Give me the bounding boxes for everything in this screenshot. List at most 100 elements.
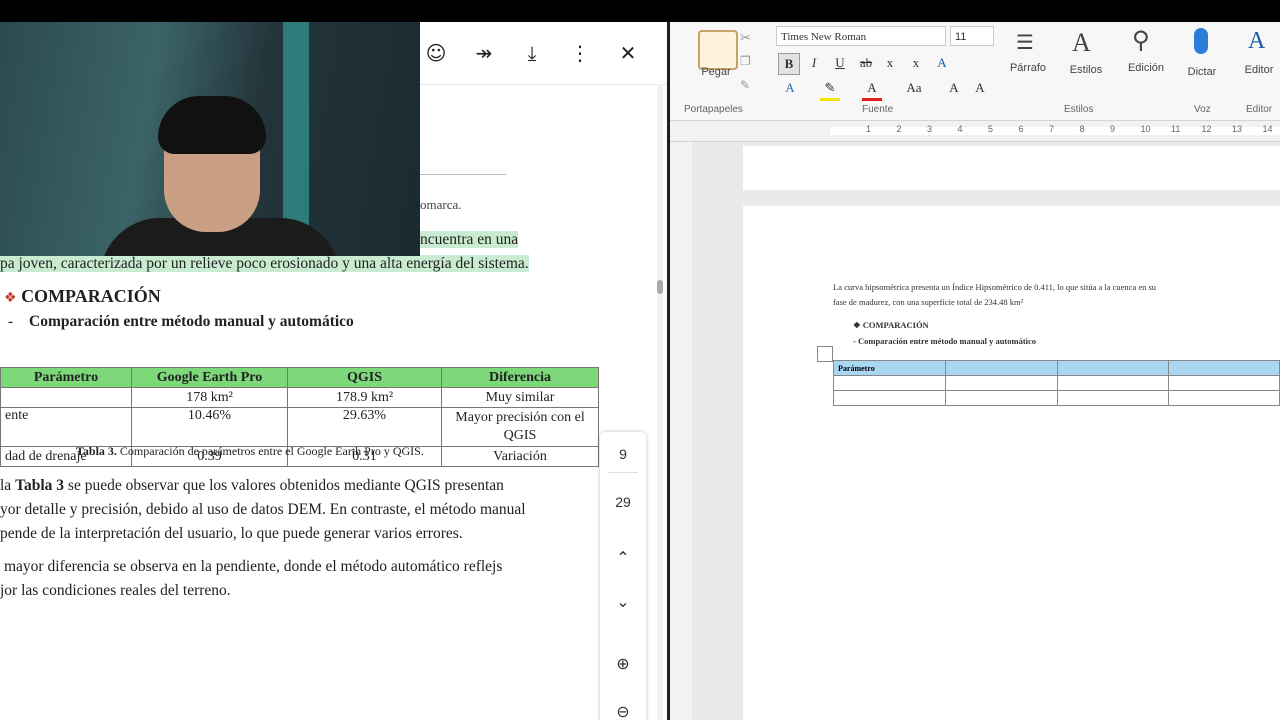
word-window: Pegar ✂ ❐ ✎ Portapapeles Times New Roman… [670,22,1280,720]
text-effects-icon[interactable]: A [932,53,952,73]
change-case-icon[interactable]: Aa [904,78,924,98]
table-cell[interactable] [832,390,947,406]
group-label: Estilos [1064,104,1094,115]
subheading-text: Comparación entre método manual y automá… [29,313,354,330]
copy-icon[interactable]: ❐ [740,54,751,68]
table-cell[interactable] [1167,360,1280,376]
paragraph-button[interactable]: Párrafo [1006,62,1050,74]
document-page: La curva hipsométrica presenta un Índice… [743,206,1280,720]
paste-icon[interactable] [698,30,738,70]
text-run: la [0,477,16,494]
table-cell[interactable] [1056,375,1169,391]
highlighted-text: pa joven, caracterizada por un relieve p… [0,255,529,272]
vertical-ruler[interactable] [670,142,692,720]
dictate-button[interactable]: Dictar [1184,66,1220,78]
format-painter-icon[interactable]: ✎ [740,78,750,92]
microphone-icon[interactable] [1194,28,1208,54]
ruler-number: 1 [866,124,872,134]
webcam-overlay [0,22,420,256]
paragraph-line: pende de la interpretación del usuario, … [0,525,463,542]
italic-button[interactable]: I [804,53,824,73]
editor-button[interactable]: Editor [1240,64,1278,76]
current-page[interactable]: 9 [600,446,646,462]
doc-table[interactable]: Parámetro [832,360,1280,406]
table-cell[interactable] [1167,390,1280,406]
table-cell[interactable] [945,390,1058,406]
paste-button[interactable]: Pegar [696,66,736,78]
table-row [832,390,1280,406]
caption-text: Comparación de parámetros entre el Googl… [119,444,424,458]
group-label: Editor [1246,104,1273,115]
share-icon[interactable]: ↠ [471,40,497,66]
chevron-up-icon[interactable]: ⌃ [600,548,646,567]
grow-font-icon[interactable]: A [944,78,964,98]
paragraph-icon[interactable]: ☰ [1016,30,1034,54]
table-cell[interactable] [832,375,947,391]
doc-text[interactable]: La curva hipsométrica presenta un Índice… [833,282,1156,292]
section-heading: ❖ COMPARACIÓN [4,286,161,307]
table-cell[interactable] [945,360,1058,376]
chart-fragment [420,174,506,175]
table-cell[interactable] [1056,390,1169,406]
font-color-icon[interactable]: A [862,78,882,101]
caption-fragment: omarca. [420,197,462,212]
underline-button[interactable]: U [830,53,850,73]
ruler-number: 9 [1110,124,1116,134]
shrink-font-icon[interactable]: A [970,78,990,98]
download-icon[interactable]: ⤓ [519,40,545,66]
highlight-icon[interactable]: ✎ [820,78,840,101]
table-header: QGIS [287,367,442,388]
divider [608,472,638,473]
table-cell: Muy similar [441,387,599,408]
styles-icon[interactable]: A [1072,28,1091,58]
zoom-in-icon[interactable]: ⊕ [600,654,646,673]
doc-heading[interactable]: ❖ COMPARACIÓN [853,320,929,331]
pdf-scrollbar[interactable] [657,84,663,720]
ruler-number: 14 [1262,124,1273,134]
subscript-button[interactable]: x [880,53,900,73]
table-header: Google Earth Pro [131,367,288,388]
table-cell: 10.46% [131,407,288,447]
font-name-select[interactable]: Times New Roman [776,26,946,46]
paragraph-line: la Tabla 3 se puede observar que los val… [0,474,600,498]
editing-button[interactable]: Edición [1122,62,1170,74]
table-cell[interactable] [1056,360,1169,376]
table-cell[interactable]: Parámetro [832,360,947,376]
search-icon[interactable]: ⚲ [1132,26,1150,54]
chevron-down-icon[interactable]: ⌄ [600,592,646,611]
font-size-select[interactable]: 11 [950,26,994,46]
table-row: 178 km² 178.9 km² Muy similar [0,387,599,408]
ruler-number: 11 [1171,124,1181,134]
table-cell: Mayor precisión con el QGIS [441,407,599,447]
close-icon[interactable]: ✕ [615,40,641,66]
scroll-thumb[interactable] [657,280,663,294]
group-label: Fuente [862,104,894,115]
table-cell [0,387,132,408]
table-move-handle[interactable] [817,346,833,362]
ruler-number: 2 [896,124,902,134]
zoom-out-icon[interactable]: ⊖ [600,702,646,720]
table-cell: 29.63% [287,407,442,447]
doc-text[interactable]: fase de madurez, con una superficie tota… [833,297,1023,307]
text-effects-button[interactable]: A [780,78,800,98]
bullet-icon: ❖ [4,290,17,306]
table-cell: 178.9 km² [287,387,442,408]
page-nav-panel: 9 29 ⌃ ⌄ ⊕ ⊖ [600,432,646,720]
superscript-button[interactable]: x [906,53,926,73]
table-cell[interactable] [945,375,1058,391]
doc-subheading[interactable]: - Comparación entre método manual y auto… [853,336,1036,346]
bold-button[interactable]: B [778,53,800,75]
more-icon[interactable]: ⋮ [567,40,593,66]
group-label: Voz [1194,104,1211,115]
table-cell: 178 km² [131,387,288,408]
horizontal-ruler[interactable]: 1 2 3 4 5 6 7 8 9 10 11 12 13 14 [670,121,1280,142]
heading-text: COMPARACIÓN [21,286,161,306]
strikethrough-button[interactable]: ab [856,53,876,73]
styles-button[interactable]: Estilos [1066,64,1106,76]
table-cell[interactable] [1167,375,1280,391]
emoji-icon[interactable]: ☺ [423,40,449,66]
doc-heading-text: COMPARACIÓN [862,320,929,330]
paragraph-line: jor las condiciones reales del terreno. [0,582,231,599]
editor-icon[interactable]: A [1248,28,1265,55]
cut-icon[interactable]: ✂ [740,30,751,46]
